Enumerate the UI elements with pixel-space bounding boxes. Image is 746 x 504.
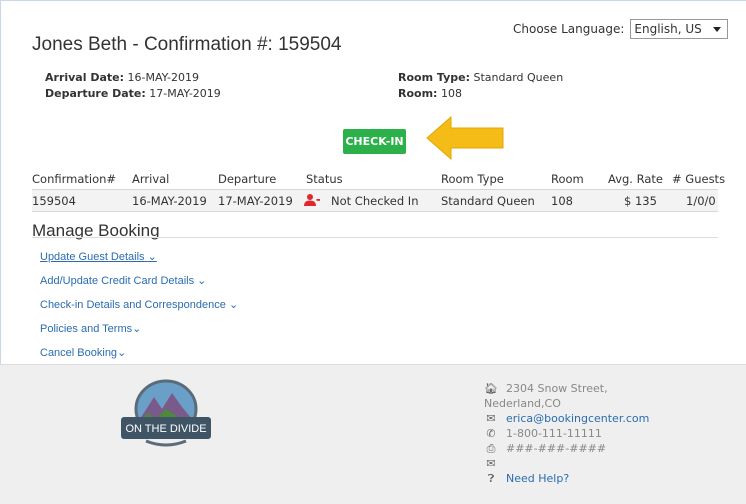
envelope-icon: ✉ <box>486 412 496 425</box>
roomtype-value: Standard Queen <box>473 71 564 84</box>
help-icon: ❓︎ <box>487 472 495 485</box>
main-panel: Choose Language: English, US Jones Beth … <box>0 0 746 364</box>
language-chooser: Choose Language: English, US <box>513 19 729 39</box>
language-select[interactable]: English, US <box>630 19 729 39</box>
cell-guests: 1/0/0 <box>686 194 716 208</box>
hotel-logo: ON THE DIVIDE <box>121 379 211 447</box>
arrival-label: Arrival Date: <box>45 71 124 84</box>
manage-booking-title: Manage Booking <box>32 221 160 240</box>
policies-terms-link[interactable]: Policies and Terms⌄ <box>40 322 141 335</box>
left-arrow-icon <box>426 115 504 161</box>
departure-label: Departure Date: <box>45 87 146 100</box>
cell-confirmation: 159504 <box>32 194 76 208</box>
dates-info: Arrival Date: 16-MAY-2019 Departure Date… <box>45 70 221 102</box>
print-icon: ⎙ <box>486 442 496 455</box>
col-header-status: Status <box>306 172 343 186</box>
col-header-arrival: Arrival <box>132 172 170 186</box>
cell-room-type: Standard Queen <box>441 194 535 208</box>
chevron-down-icon <box>713 26 722 32</box>
table-row[interactable]: 159504 16-MAY-2019 17-MAY-2019 Not Check… <box>32 190 718 212</box>
chevron-down-icon: ⌄ <box>228 299 239 311</box>
roomtype-label: Room Type: <box>398 71 470 84</box>
home-icon: 🏠︎ <box>484 382 498 395</box>
cell-room: 108 <box>551 194 573 208</box>
chevron-down-icon: ⌄ <box>132 323 142 335</box>
phone-icon: ✆ <box>486 427 496 440</box>
col-header-guests: # Guests <box>672 172 726 186</box>
cell-avg-rate: $ 135 <box>624 194 657 208</box>
arrival-value: 16-MAY-2019 <box>127 71 200 84</box>
update-guest-details-link[interactable]: Update Guest Details ⌄ <box>40 250 157 263</box>
cell-arrival: 16-MAY-2019 <box>132 194 207 208</box>
table-header-row: Confirmation# Arrival Departure Status R… <box>32 168 725 190</box>
checkin-details-link[interactable]: Check-in Details and Correspondence ⌄ <box>40 298 238 311</box>
user-status-icon <box>304 193 320 210</box>
col-header-departure: Departure <box>218 172 277 186</box>
room-value: 108 <box>440 87 462 100</box>
fax-number: ###-###-#### <box>506 442 607 455</box>
cell-status: Not Checked In <box>331 194 419 208</box>
departure-value: 17-MAY-2019 <box>149 87 221 100</box>
page-title: Jones Beth - Confirmation #: 159504 <box>32 34 342 55</box>
footer: ON THE DIVIDE 🏠︎ 2304 Snow Street, Nederl… <box>0 364 746 504</box>
language-selected: English, US <box>634 22 702 36</box>
need-help-link[interactable]: Need Help? <box>506 471 569 486</box>
chevron-down-icon: ⌄ <box>117 347 127 359</box>
col-header-room-type: Room Type <box>441 172 504 186</box>
col-header-avg-rate: Avg. Rate <box>608 172 663 186</box>
email-link[interactable]: erica@bookingcenter.com <box>506 411 649 426</box>
booking-table: Confirmation# Arrival Departure Status R… <box>32 168 725 212</box>
credit-card-details-link[interactable]: Add/Update Credit Card Details ⌄ <box>40 274 206 287</box>
address-line-2: Nederland,CO <box>484 397 561 410</box>
chevron-down-icon: ⌄ <box>197 275 207 287</box>
col-header-confirmation: Confirmation# <box>32 172 117 186</box>
chevron-down-icon: ⌄ <box>147 251 157 263</box>
cancel-booking-link[interactable]: Cancel Booking⌄ <box>40 346 126 359</box>
envelope-icon: ✉ <box>486 457 496 470</box>
phone-number: 1-800-111-11111 <box>506 427 602 440</box>
cell-departure: 17-MAY-2019 <box>218 194 293 208</box>
contact-info: 🏠︎ 2304 Snow Street, Nederland,CO ✉ erica@… <box>484 381 649 486</box>
col-header-room: Room <box>551 172 584 186</box>
language-label: Choose Language: <box>513 22 625 36</box>
address-line-1: 2304 Snow Street, <box>506 382 608 395</box>
logo-text: ON THE DIVIDE <box>125 423 206 435</box>
room-info: Room Type: Standard Queen Room: 108 <box>398 70 563 102</box>
divider <box>32 237 718 238</box>
check-in-button[interactable]: CHECK-IN <box>343 129 406 154</box>
room-label: Room: <box>398 87 438 100</box>
